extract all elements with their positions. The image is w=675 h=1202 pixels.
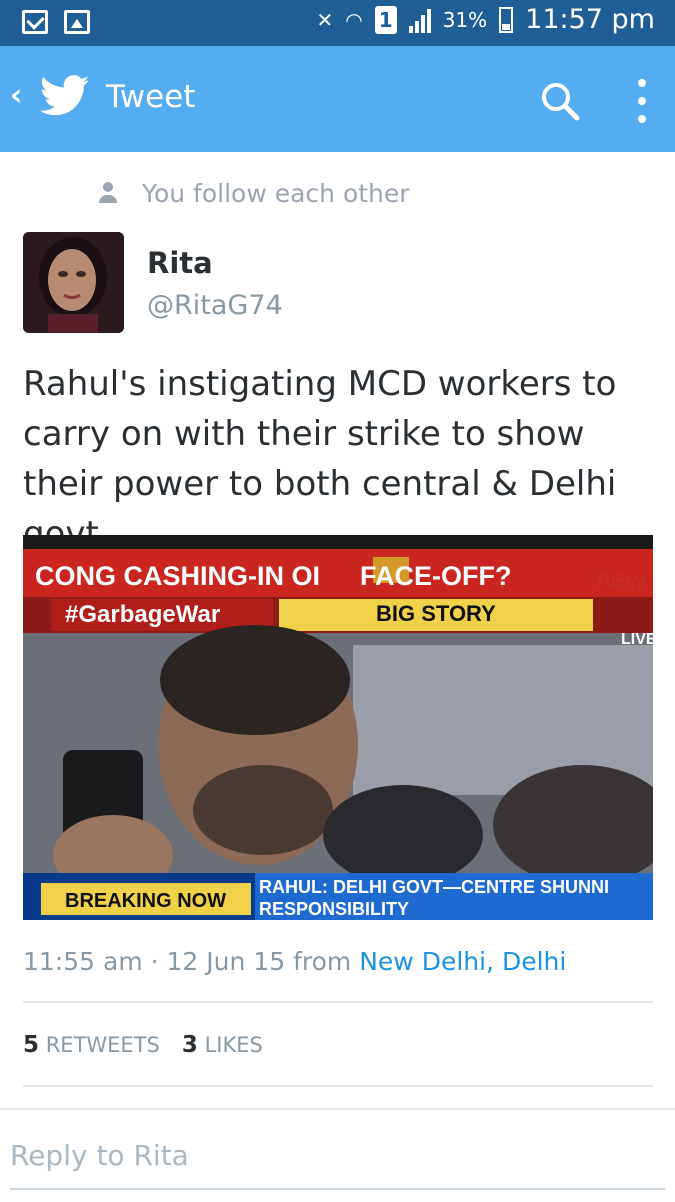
page-title: Tweet: [106, 79, 196, 115]
tweet-date: 12 Jun 15: [166, 947, 286, 976]
likes-count: 3: [181, 1032, 198, 1058]
tweet-stats: 5 RETWEETS 3 LIKES: [23, 1032, 263, 1058]
sim-indicator: 1: [374, 5, 397, 34]
status-bar: ✕ ◠ 1 31% 11:57 pm: [0, 0, 675, 46]
author-handle[interactable]: @RitaG74: [147, 290, 283, 321]
retweets-count: 5: [23, 1032, 40, 1058]
battery-percent: 31%: [442, 7, 488, 32]
news-frame-image: [23, 535, 653, 920]
retweets-label: RETWEETS: [45, 1033, 160, 1057]
battery-icon: [499, 6, 514, 33]
ticker-line-1: RAHUL: DELHI GOVT—CENTRE SHUNNI: [259, 877, 609, 897]
mute-icon: ✕: [316, 7, 334, 32]
tweet-time: 11:55 am: [23, 947, 143, 976]
likes-label: LIKES: [204, 1033, 263, 1057]
retweets-stat[interactable]: 5 RETWEETS: [23, 1032, 160, 1058]
notification-icons: [22, 10, 90, 34]
likes-stat[interactable]: 3 LIKES: [182, 1032, 263, 1058]
follow-status-text: You follow each other: [142, 178, 410, 208]
author-name[interactable]: Rita: [147, 246, 213, 280]
back-chevron-icon[interactable]: ‹: [10, 78, 22, 113]
avatar[interactable]: [23, 232, 124, 333]
wifi-icon: ◠: [345, 7, 363, 32]
media-tag: BIG STORY: [376, 601, 496, 626]
tweet-text: Rahul's instigating MCD workers to carry…: [23, 364, 617, 554]
media-live-tag: LIVE: [621, 631, 653, 648]
overflow-menu-icon[interactable]: [636, 79, 648, 123]
ticker-line-2: RESPONSIBILITY: [259, 899, 410, 919]
meta-from: from: [293, 947, 352, 976]
avatar-image: [23, 232, 124, 333]
signal-icon: [408, 7, 431, 33]
follow-status: You follow each other: [98, 177, 410, 209]
media-headline: CONG CASHING-IN OI FACE-OFF?: [35, 561, 512, 591]
app-bar: ‹ Tweet: [0, 46, 675, 152]
reply-underline: [10, 1188, 665, 1190]
tweet-location[interactable]: New Delhi, Delhi: [359, 947, 566, 976]
media-hashtag: #GarbageWar: [65, 601, 221, 628]
gallery-icon: [64, 10, 90, 34]
twitter-bird-icon[interactable]: [40, 74, 90, 118]
system-icons: ✕ ◠ 1 31% 11:57 pm: [316, 4, 655, 35]
divider: [23, 1085, 653, 1087]
media-ticker: RAHUL: DELHI GOVT—CENTRE SHUNNI RESPONSI…: [259, 876, 609, 920]
reply-input[interactable]: Reply to Rita: [10, 1139, 189, 1172]
tweet-meta: 11:55 am · 12 Jun 15 from New Delhi, Del…: [23, 947, 566, 976]
mail-icon: [22, 10, 48, 34]
media-breaking: BREAKING NOW: [65, 890, 227, 912]
media-channel-text: new: [596, 564, 646, 594]
search-icon[interactable]: [540, 81, 580, 121]
person-icon: [98, 182, 118, 204]
status-time: 11:57 pm: [525, 4, 655, 35]
tweet-media[interactable]: CONG CASHING-IN OI FACE-OFF? new #Garbage…: [23, 535, 653, 920]
divider: [23, 1001, 653, 1003]
meta-separator: ·: [150, 947, 159, 976]
